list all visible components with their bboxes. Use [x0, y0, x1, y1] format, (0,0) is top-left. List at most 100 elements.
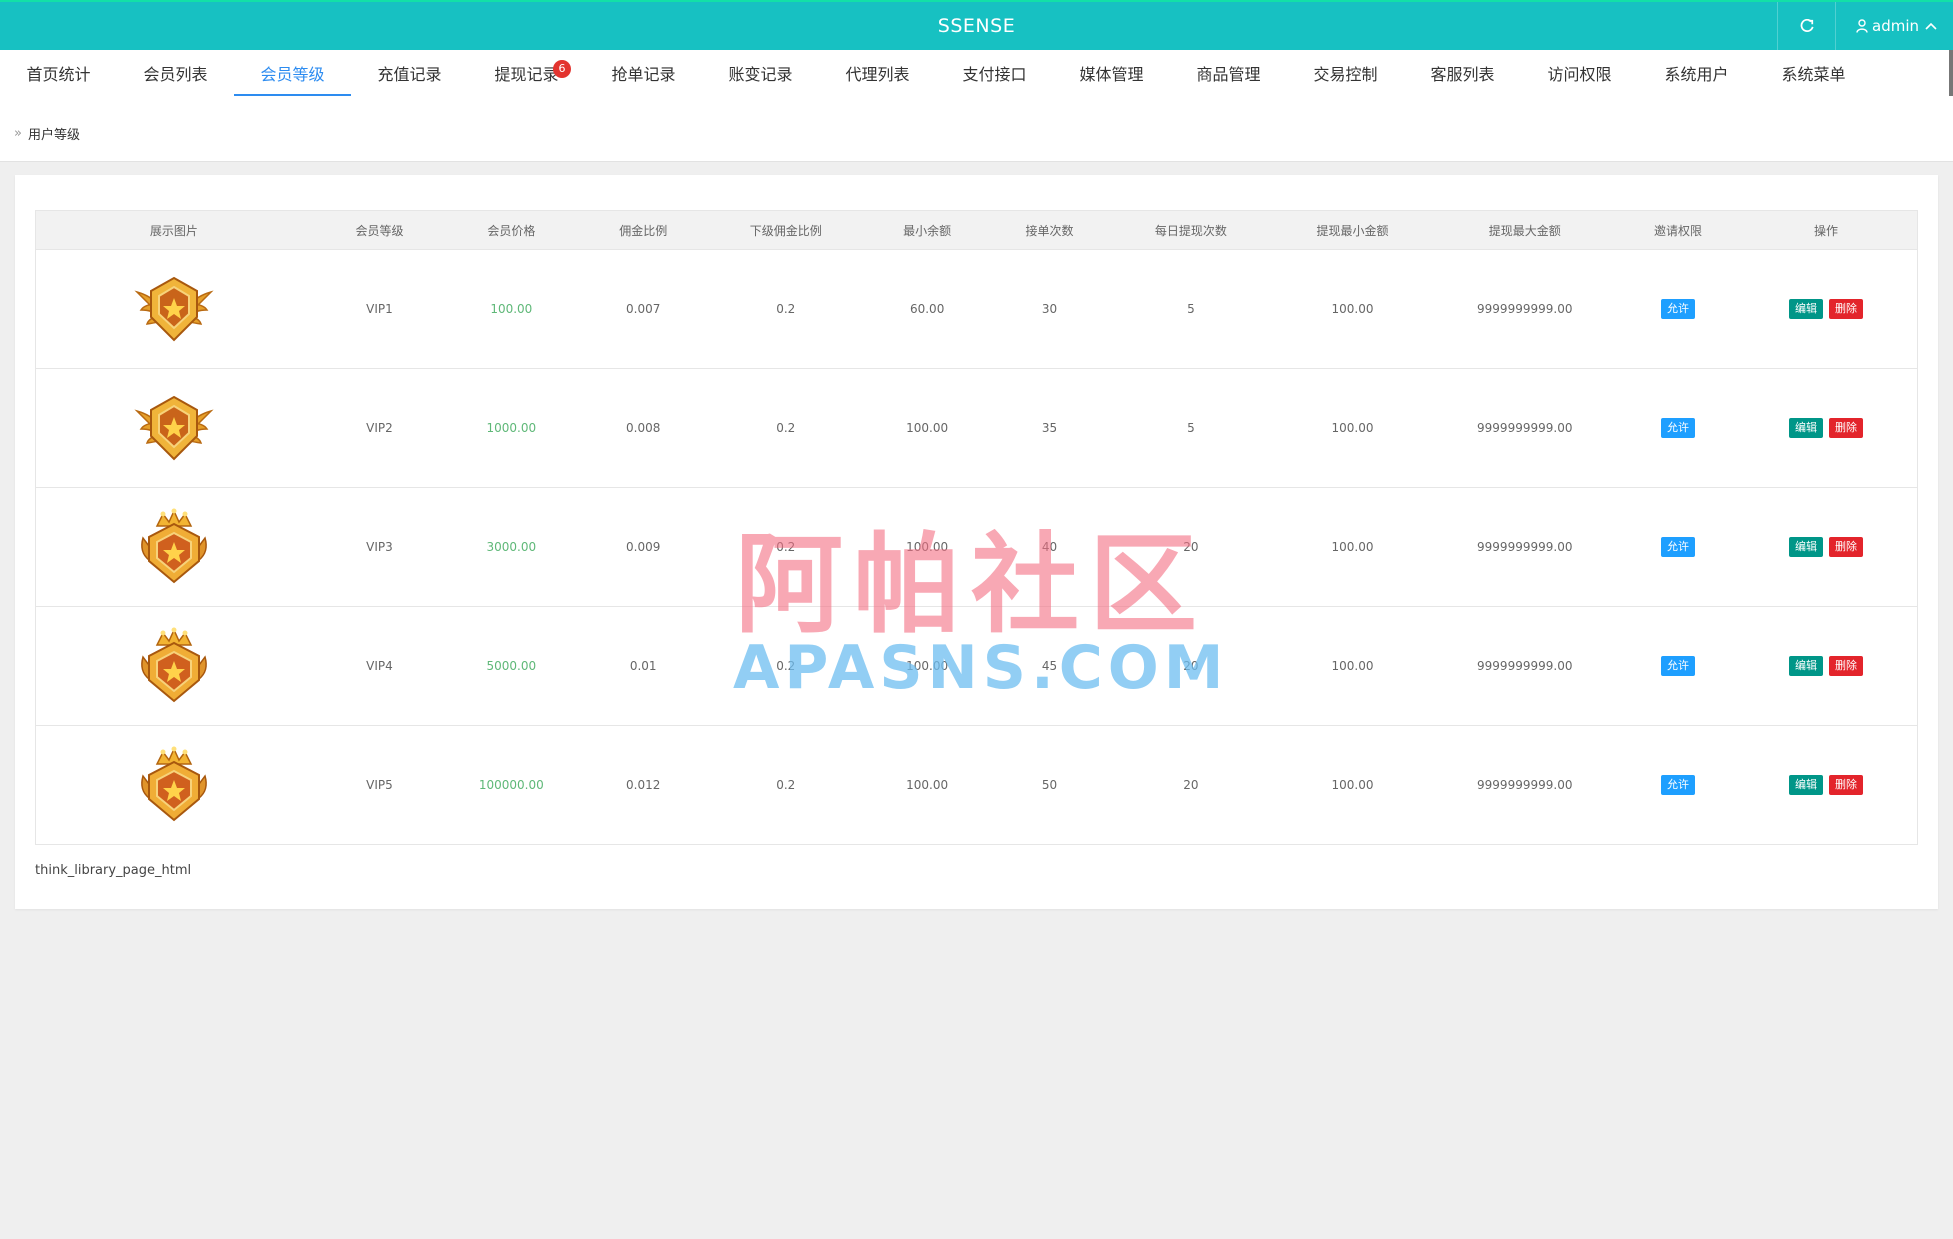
nav-tab[interactable]: 系统菜单 [1755, 50, 1872, 96]
edit-button[interactable]: 编辑 [1789, 299, 1824, 319]
nav-tab[interactable]: 系统用户 [1638, 50, 1755, 96]
column-header: 每日提现次数 [1105, 210, 1277, 250]
nav-tab[interactable]: 交易控制 [1287, 50, 1404, 96]
nav-scrollbar[interactable] [1949, 50, 1953, 96]
vip-wing-badge-icon [131, 395, 217, 461]
nav-tab[interactable]: 提现记录 6 [468, 50, 585, 96]
nav-tab-label: 账变记录 [728, 65, 793, 84]
cell-actions: 编辑 删除 [1735, 487, 1918, 607]
cell-invite: 允许 [1620, 249, 1736, 369]
nav-tab[interactable]: 支付接口 [936, 50, 1053, 96]
cell-orders: 35 [993, 368, 1106, 488]
cell-commission: 0.008 [575, 368, 711, 488]
delete-button[interactable]: 删除 [1829, 299, 1864, 319]
cell-actions: 编辑 删除 [1735, 606, 1918, 726]
invite-allow-button[interactable]: 允许 [1661, 656, 1695, 676]
nav-tab[interactable]: 抢单记录 [585, 50, 702, 96]
cell-price: 100000.00 [447, 725, 576, 845]
nav-tab[interactable]: 账变记录 [702, 50, 819, 96]
refresh-icon [1800, 19, 1814, 33]
nav-tab-label: 支付接口 [962, 65, 1027, 84]
nav-tab-label: 抢单记录 [611, 65, 676, 84]
nav-tab-label: 代理列表 [845, 65, 910, 84]
nav-tab-label: 系统用户 [1664, 65, 1729, 84]
column-header: 会员价格 [447, 210, 576, 250]
watermark-cn: 阿帕社区 [735, 523, 1208, 648]
cell-price: 3000.00 [447, 487, 576, 607]
user-menu[interactable]: admin [1835, 2, 1953, 50]
vip-crown-badge-icon [131, 627, 217, 703]
delete-button[interactable]: 删除 [1829, 537, 1864, 557]
cell-withdraw-max: 9999999999.00 [1428, 725, 1621, 845]
breadcrumb: » 用户等级 [14, 124, 80, 143]
nav-tab-label: 充值记录 [377, 65, 442, 84]
vip-crown-badge-icon [131, 508, 217, 584]
cell-level: VIP2 [311, 368, 448, 488]
cell-actions: 编辑 删除 [1735, 249, 1918, 369]
cell-withdraw-min: 100.00 [1276, 606, 1429, 726]
edit-button[interactable]: 编辑 [1789, 775, 1824, 795]
cell-invite: 允许 [1620, 368, 1736, 488]
cell-price: 1000.00 [447, 368, 576, 488]
invite-allow-button[interactable]: 允许 [1661, 775, 1695, 795]
nav-tab[interactable]: 访问权限 [1521, 50, 1638, 96]
nav-tab[interactable]: 充值记录 [351, 50, 468, 96]
cell-withdraw-min: 100.00 [1276, 249, 1429, 369]
nav-tab[interactable]: 代理列表 [819, 50, 936, 96]
cell-commission: 0.01 [575, 606, 711, 726]
nav-tab[interactable]: 商品管理 [1170, 50, 1287, 96]
cell-sub-commission: 0.2 [710, 249, 861, 369]
edit-button[interactable]: 编辑 [1789, 418, 1824, 438]
cell-min-balance: 100.00 [860, 368, 994, 488]
level-image-cell [35, 725, 312, 845]
cell-price: 5000.00 [447, 606, 576, 726]
edit-button[interactable]: 编辑 [1789, 537, 1824, 557]
nav-tab[interactable]: 客服列表 [1404, 50, 1521, 96]
invite-allow-button[interactable]: 允许 [1661, 418, 1695, 438]
nav-tab-label: 交易控制 [1313, 65, 1378, 84]
column-header: 提现最小金额 [1276, 210, 1429, 250]
nav-tab[interactable]: 会员等级 [234, 50, 351, 96]
nav-tab[interactable]: 首页统计 [0, 50, 117, 96]
nav-tab-label: 会员列表 [143, 65, 208, 84]
cell-withdraw-min: 100.00 [1276, 368, 1429, 488]
invite-allow-button[interactable]: 允许 [1661, 299, 1695, 319]
nav-tab[interactable]: 媒体管理 [1053, 50, 1170, 96]
nav-tab-label: 提现记录 [494, 65, 559, 84]
nav-tab-label: 会员等级 [260, 65, 325, 84]
edit-button[interactable]: 编辑 [1789, 656, 1824, 676]
top-header: SSENSE admin [0, 0, 1953, 50]
nav-tab-label: 访问权限 [1547, 65, 1612, 84]
nav-tab[interactable]: 会员列表 [117, 50, 234, 96]
vip-crown-badge-icon [131, 746, 217, 822]
cell-min-balance: 100.00 [860, 725, 994, 845]
column-header: 最小余额 [860, 210, 994, 250]
column-header: 展示图片 [35, 210, 312, 250]
nav-tab-label: 系统菜单 [1781, 65, 1846, 84]
level-image-cell [35, 249, 312, 369]
user-name: admin [1872, 17, 1919, 35]
invite-allow-button[interactable]: 允许 [1661, 537, 1695, 557]
cell-price: 100.00 [447, 249, 576, 369]
cell-withdraw-min: 100.00 [1276, 725, 1429, 845]
cell-daily-withdrawals: 5 [1105, 368, 1277, 488]
refresh-button[interactable] [1777, 2, 1835, 50]
column-header: 提现最大金额 [1428, 210, 1621, 250]
cell-commission: 0.007 [575, 249, 711, 369]
cell-commission: 0.012 [575, 725, 711, 845]
column-header: 邀请权限 [1620, 210, 1736, 250]
table-header-row: 展示图片 会员等级 会员价格 佣金比例 下级佣金比例 最小余额 接单次数 每日提现次数 提现最小… [35, 210, 1918, 250]
nav-bar: 首页统计 会员列表 会员等级 充值记录 提现记录 6 抢单记录 账变记录 代理列表 支付接口 媒体管… [0, 50, 1953, 162]
cell-withdraw-max: 9999999999.00 [1428, 606, 1621, 726]
delete-button[interactable]: 删除 [1829, 418, 1864, 438]
column-header: 操作 [1735, 210, 1918, 250]
column-header: 接单次数 [993, 210, 1106, 250]
cell-orders: 30 [993, 249, 1106, 369]
cell-level: VIP3 [311, 487, 448, 607]
nav-tab-label: 客服列表 [1430, 65, 1495, 84]
delete-button[interactable]: 删除 [1829, 775, 1864, 795]
cell-invite: 允许 [1620, 487, 1736, 607]
delete-button[interactable]: 删除 [1829, 656, 1864, 676]
brand-title: SSENSE [937, 15, 1016, 37]
pager-text: think_library_page_html [35, 863, 192, 878]
